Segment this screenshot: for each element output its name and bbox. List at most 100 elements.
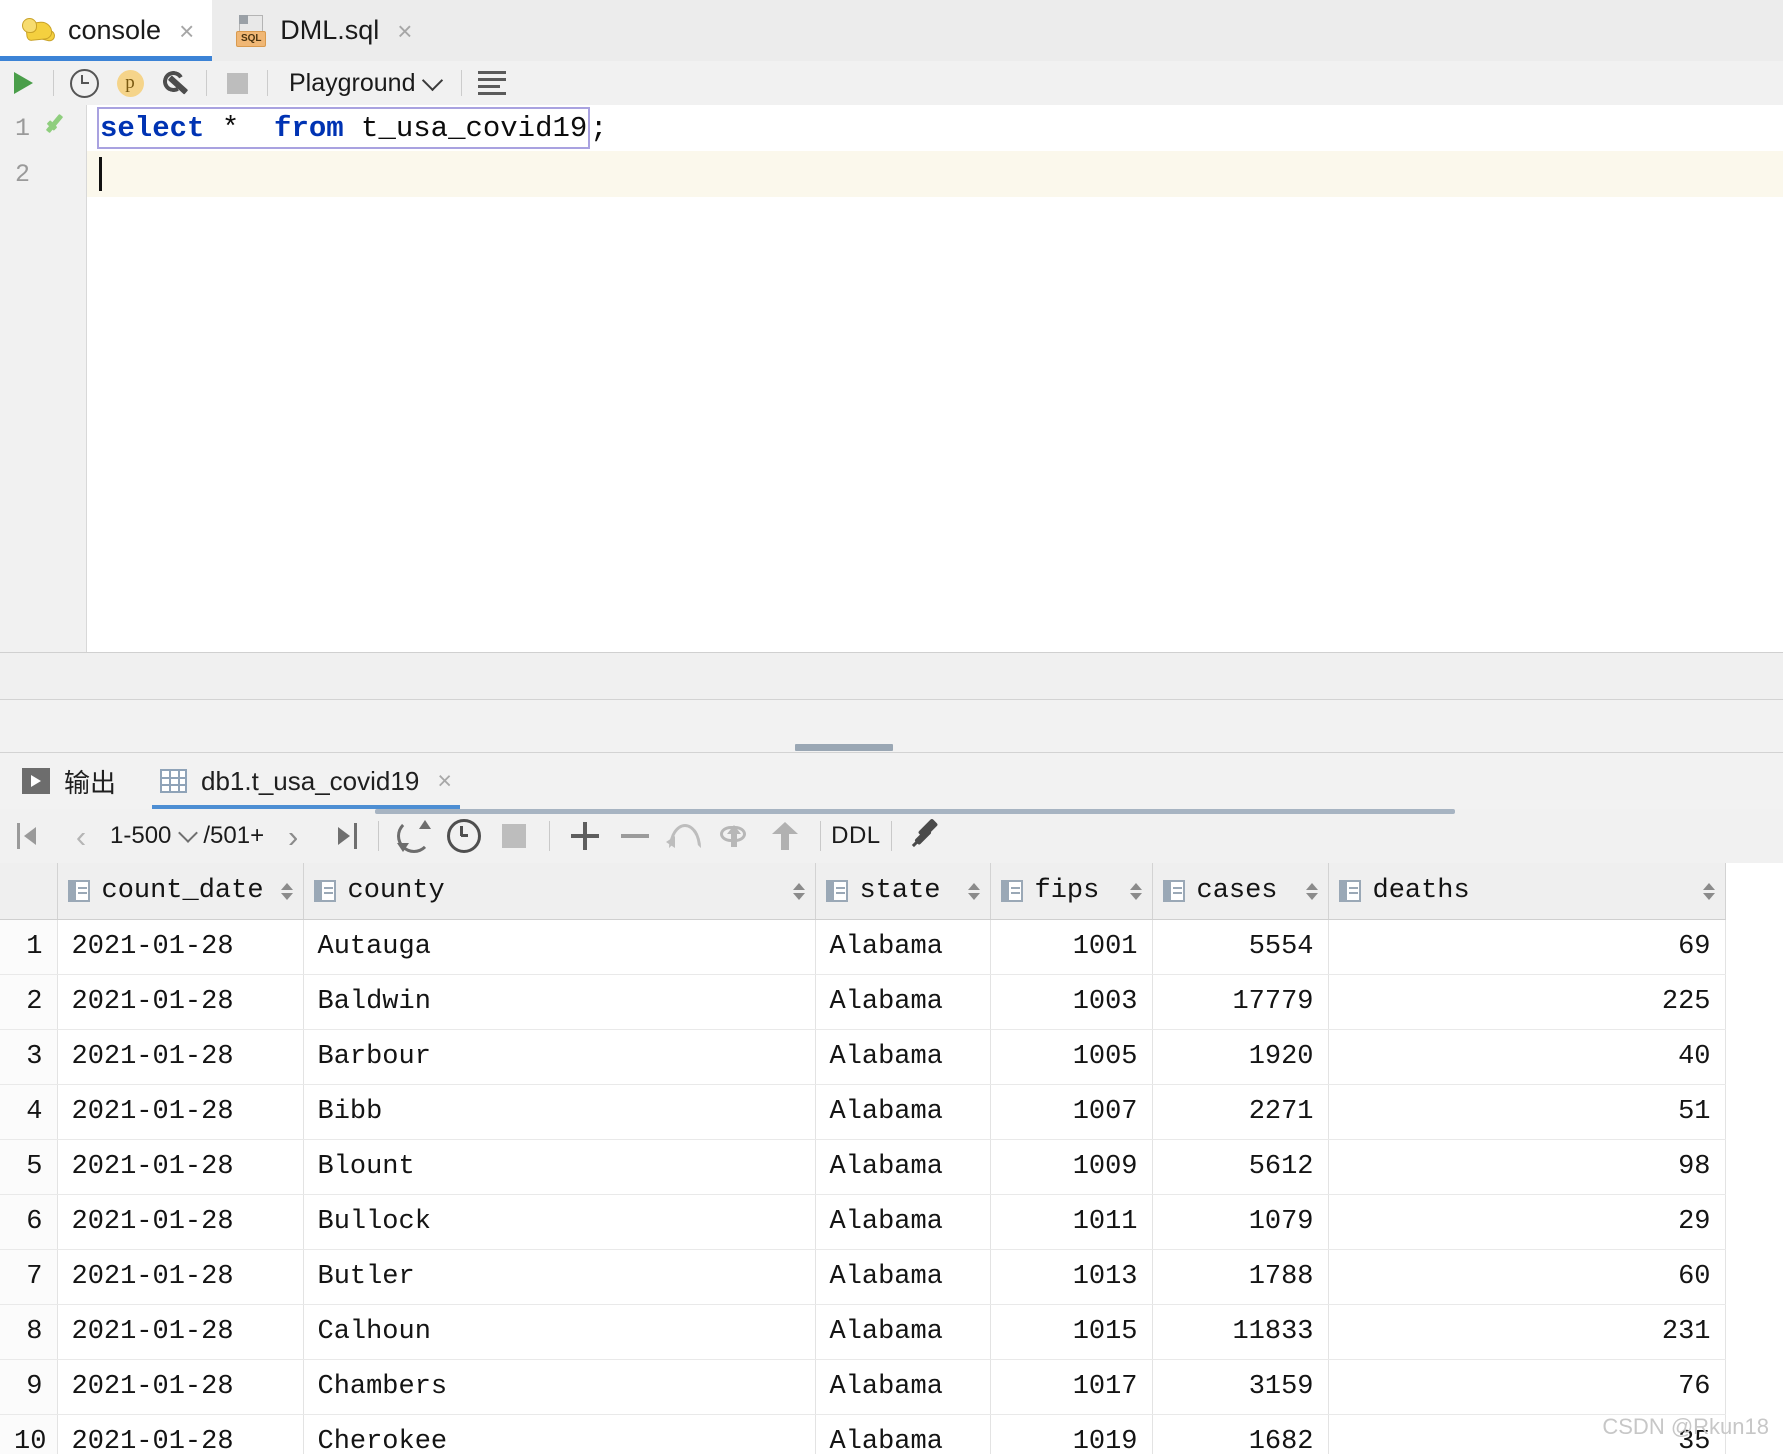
cell-fips[interactable]: 1007: [990, 1084, 1153, 1140]
cell-deaths[interactable]: 76: [1328, 1359, 1726, 1415]
reload-button[interactable]: [389, 809, 439, 863]
cell-fips[interactable]: 1013: [990, 1249, 1153, 1305]
cell-fips[interactable]: 1005: [990, 1029, 1153, 1085]
cell-fips[interactable]: 1003: [990, 974, 1153, 1030]
cell-deaths[interactable]: 60: [1328, 1249, 1726, 1305]
cell-cases[interactable]: 2271: [1152, 1084, 1329, 1140]
horizontal-scrollbar[interactable]: [375, 809, 1455, 814]
close-icon[interactable]: ×: [397, 18, 412, 44]
cell-deaths[interactable]: 29: [1328, 1194, 1726, 1250]
code-area[interactable]: select * from t_usa_covid19 ;: [87, 105, 1783, 652]
cell-fips[interactable]: 1001: [990, 919, 1153, 975]
cell-state[interactable]: Alabama: [815, 1414, 991, 1454]
cancel-button[interactable]: [489, 809, 539, 863]
pin-button[interactable]: [902, 809, 952, 863]
cell-state[interactable]: Alabama: [815, 1249, 991, 1305]
cell-county[interactable]: Autauga: [303, 919, 816, 975]
cell-cases[interactable]: 1920: [1152, 1029, 1329, 1085]
profile-button[interactable]: p: [107, 61, 153, 105]
column-header-county[interactable]: county: [303, 863, 816, 920]
cell-state[interactable]: Alabama: [815, 1139, 991, 1195]
cell-state[interactable]: Alabama: [815, 1194, 991, 1250]
cell-county[interactable]: Blount: [303, 1139, 816, 1195]
ddl-button[interactable]: DDL: [831, 809, 881, 863]
column-header-cases[interactable]: cases: [1152, 863, 1329, 920]
sort-arrows-icon[interactable]: [967, 882, 980, 900]
table-row[interactable]: 7 2021-01-28 Butler Alabama 1013 1788 60: [0, 1249, 1726, 1305]
cell-state[interactable]: Alabama: [815, 1029, 991, 1085]
cell-cases[interactable]: 5612: [1152, 1139, 1329, 1195]
cell-cases[interactable]: 1788: [1152, 1249, 1329, 1305]
revert-selected-button[interactable]: [710, 809, 760, 863]
cell-deaths[interactable]: 69: [1328, 919, 1726, 975]
sort-arrows-icon[interactable]: [1702, 882, 1715, 900]
sort-arrows-icon[interactable]: [280, 882, 293, 900]
column-header-state[interactable]: state: [815, 863, 991, 920]
cell-county[interactable]: Bullock: [303, 1194, 816, 1250]
cell-state[interactable]: Alabama: [815, 919, 991, 975]
execute-button[interactable]: [0, 61, 46, 105]
stop-button[interactable]: [214, 61, 260, 105]
table-row[interactable]: 10 2021-01-28 Cherokee Alabama 1019 1682…: [0, 1414, 1726, 1454]
sort-arrows-icon[interactable]: [1305, 882, 1318, 900]
table-row[interactable]: 4 2021-01-28 Bibb Alabama 1007 2271 51: [0, 1084, 1726, 1140]
cell-state[interactable]: Alabama: [815, 1084, 991, 1140]
cell-county[interactable]: Butler: [303, 1249, 816, 1305]
cell-count_date[interactable]: 2021-01-28: [57, 1084, 304, 1140]
table-row[interactable]: 1 2021-01-28 Autauga Alabama 1001 5554 6…: [0, 919, 1726, 975]
result-grid[interactable]: count_date county state fips cases death…: [0, 863, 1783, 1454]
cell-count_date[interactable]: 2021-01-28: [57, 1414, 304, 1454]
prev-page-button[interactable]: ‹: [56, 809, 106, 863]
table-row[interactable]: 8 2021-01-28 Calhoun Alabama 1015 11833 …: [0, 1304, 1726, 1360]
sort-arrows-icon[interactable]: [792, 882, 805, 900]
cell-count_date[interactable]: 2021-01-28: [57, 1194, 304, 1250]
query-history-button[interactable]: [61, 61, 107, 105]
output-tab-console-output[interactable]: 输出: [0, 753, 138, 809]
cell-deaths[interactable]: 35: [1328, 1414, 1726, 1454]
cell-fips[interactable]: 1017: [990, 1359, 1153, 1415]
cell-state[interactable]: Alabama: [815, 974, 991, 1030]
cell-count_date[interactable]: 2021-01-28: [57, 919, 304, 975]
output-format-button[interactable]: [469, 61, 515, 105]
cell-cases[interactable]: 1682: [1152, 1414, 1329, 1454]
cell-deaths[interactable]: 98: [1328, 1139, 1726, 1195]
settings-button[interactable]: [153, 61, 199, 105]
cell-fips[interactable]: 1015: [990, 1304, 1153, 1360]
page-range-selector[interactable]: 1-500: [106, 809, 199, 863]
table-row[interactable]: 6 2021-01-28 Bullock Alabama 1011 1079 2…: [0, 1194, 1726, 1250]
cell-cases[interactable]: 5554: [1152, 919, 1329, 975]
cell-cases[interactable]: 17779: [1152, 974, 1329, 1030]
table-row[interactable]: 9 2021-01-28 Chambers Alabama 1017 3159 …: [0, 1359, 1726, 1415]
column-header-fips[interactable]: fips: [990, 863, 1153, 920]
delete-row-button[interactable]: [610, 809, 660, 863]
cell-cases[interactable]: 3159: [1152, 1359, 1329, 1415]
cell-deaths[interactable]: 225: [1328, 974, 1726, 1030]
cell-count_date[interactable]: 2021-01-28: [57, 1359, 304, 1415]
cell-count_date[interactable]: 2021-01-28: [57, 1304, 304, 1360]
cell-county[interactable]: Baldwin: [303, 974, 816, 1030]
table-row[interactable]: 3 2021-01-28 Barbour Alabama 1005 1920 4…: [0, 1029, 1726, 1085]
column-header-count_date[interactable]: count_date: [57, 863, 304, 920]
cell-county[interactable]: Bibb: [303, 1084, 816, 1140]
editor-tab-dml-sql[interactable]: SQL DML.sql ×: [212, 0, 430, 61]
editor-tab-console[interactable]: console ×: [0, 0, 213, 61]
cell-cases[interactable]: 11833: [1152, 1304, 1329, 1360]
splitter-drag-handle[interactable]: [795, 744, 893, 751]
history-button[interactable]: [439, 809, 489, 863]
table-row[interactable]: 2 2021-01-28 Baldwin Alabama 1003 17779 …: [0, 974, 1726, 1030]
cell-deaths[interactable]: 51: [1328, 1084, 1726, 1140]
cell-count_date[interactable]: 2021-01-28: [57, 1249, 304, 1305]
cell-count_date[interactable]: 2021-01-28: [57, 1139, 304, 1195]
cell-county[interactable]: Cherokee: [303, 1414, 816, 1454]
table-row[interactable]: 5 2021-01-28 Blount Alabama 1009 5612 98: [0, 1139, 1726, 1195]
cell-fips[interactable]: 1019: [990, 1414, 1153, 1454]
first-page-button[interactable]: [6, 809, 56, 863]
cell-count_date[interactable]: 2021-01-28: [57, 974, 304, 1030]
cell-fips[interactable]: 1009: [990, 1139, 1153, 1195]
column-header-deaths[interactable]: deaths: [1328, 863, 1726, 920]
code-editor[interactable]: 1 2 select * from t_usa_covid19 ;: [0, 105, 1783, 652]
last-page-button[interactable]: [318, 809, 368, 863]
next-page-button[interactable]: ›: [268, 809, 318, 863]
close-icon[interactable]: ×: [179, 18, 194, 44]
cell-deaths[interactable]: 40: [1328, 1029, 1726, 1085]
